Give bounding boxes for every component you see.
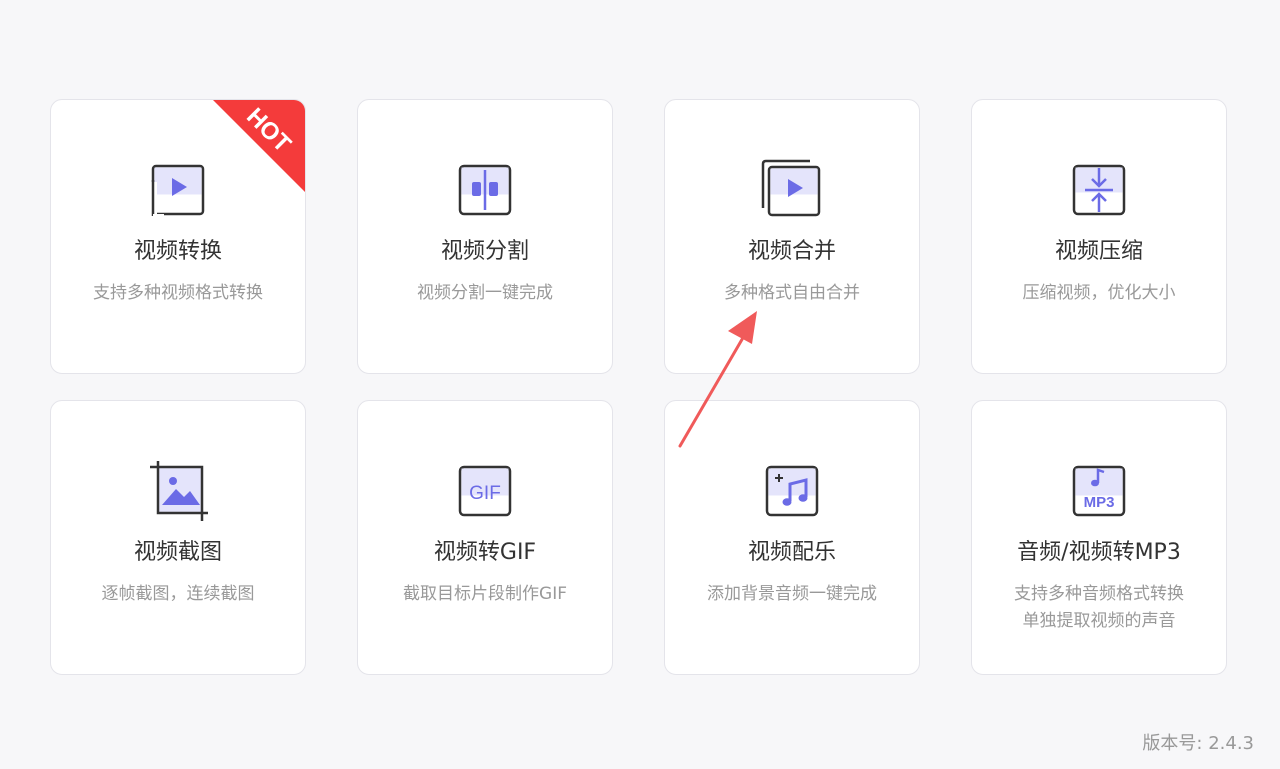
hot-badge: HOT — [213, 100, 305, 192]
card-title: 视频分割 — [440, 239, 529, 264]
card-audio-to-mp3[interactable]: MP3 音频/视频转MP3 支持多种音频格式转换 单独提取视频的声音 — [971, 400, 1227, 675]
card-description: 支持多种视频格式转换 — [93, 283, 263, 303]
video-split-icon — [453, 158, 517, 222]
card-description: 截取目标片段制作GIF — [403, 584, 567, 604]
video-music-icon — [760, 459, 824, 523]
card-title: 视频转GIF — [433, 540, 537, 565]
card-title: 视频合并 — [747, 239, 836, 264]
card-title: 视频压缩 — [1054, 239, 1143, 264]
card-video-split[interactable]: 视频分割 视频分割一键完成 — [357, 99, 613, 374]
card-title: 视频转换 — [133, 239, 222, 264]
card-description: 视频分割一键完成 — [417, 283, 553, 303]
gif-icon-label: GIF — [469, 483, 501, 504]
card-title: 视频配乐 — [747, 540, 836, 565]
tool-grid: HOT 视频转换 支持多种视频格式转换 视频分割 视频分割一键完成 视频合并 多… — [50, 99, 1227, 675]
card-description: 逐帧截图，连续截图 — [101, 584, 255, 604]
card-description: 压缩视频，优化大小 — [1022, 283, 1176, 303]
video-to-gif-icon: GIF — [453, 459, 517, 523]
version-label: 版本号: 2.4.3 — [1142, 733, 1254, 754]
video-compress-icon — [1067, 158, 1131, 222]
card-description: 多种格式自由合并 — [724, 283, 860, 303]
card-video-merge[interactable]: 视频合并 多种格式自由合并 — [664, 99, 920, 374]
card-video-convert[interactable]: HOT 视频转换 支持多种视频格式转换 — [50, 99, 306, 374]
card-video-music[interactable]: 视频配乐 添加背景音频一键完成 — [664, 400, 920, 675]
card-video-compress[interactable]: 视频压缩 压缩视频，优化大小 — [971, 99, 1227, 374]
card-video-to-gif[interactable]: GIF 视频转GIF 截取目标片段制作GIF — [357, 400, 613, 675]
card-title: 视频截图 — [133, 540, 222, 565]
video-convert-icon — [146, 158, 210, 222]
card-video-screenshot[interactable]: 视频截图 逐帧截图，连续截图 — [50, 400, 306, 675]
card-title: 音频/视频转MP3 — [1017, 540, 1181, 565]
video-merge-icon — [760, 158, 824, 222]
mp3-icon-label: MP3 — [1084, 494, 1115, 511]
video-screenshot-icon — [146, 459, 210, 523]
audio-to-mp3-icon: MP3 — [1067, 459, 1131, 523]
card-description: 支持多种音频格式转换 单独提取视频的声音 — [1014, 584, 1184, 631]
card-description: 添加背景音频一键完成 — [707, 584, 877, 604]
